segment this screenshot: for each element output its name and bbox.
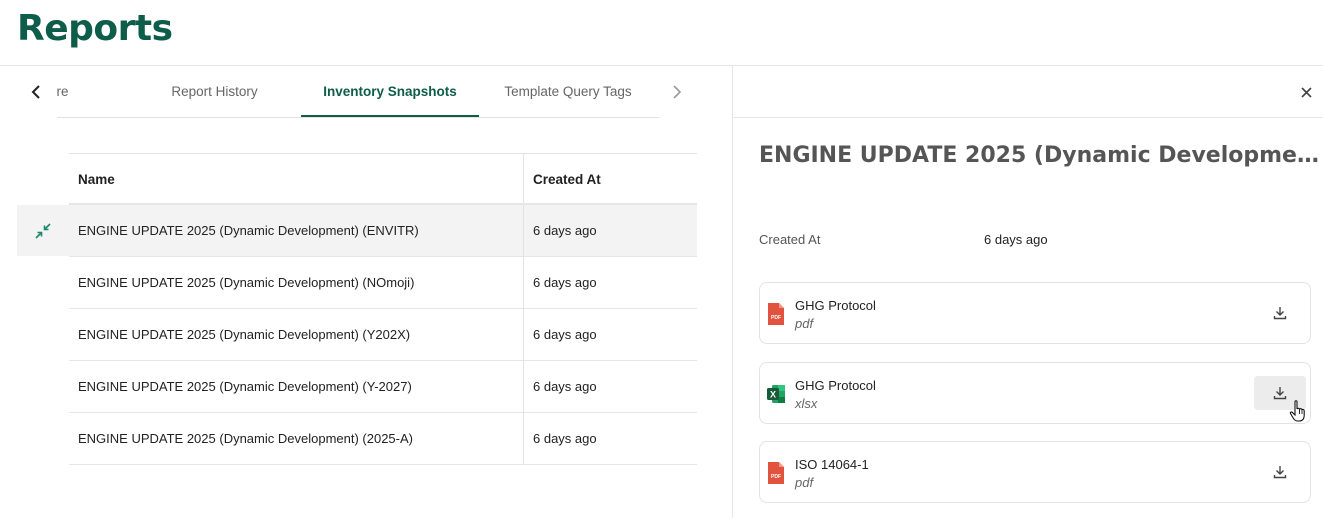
- collapse-arrows-icon: [35, 222, 51, 239]
- close-icon: [1300, 86, 1312, 98]
- download-icon: [1273, 387, 1287, 400]
- file-extension: pdf: [795, 475, 814, 490]
- detail-title: ENGINE UPDATE 2025 (Dynamic Development)…: [759, 143, 1323, 168]
- file-card: X GHG Protocol xlsx: [759, 362, 1311, 424]
- hand-pointer-cursor-icon: [1289, 400, 1305, 422]
- chevron-right-icon: [673, 85, 682, 99]
- row-created-at: 6 days ago: [533, 327, 597, 342]
- svg-text:PDF: PDF: [771, 315, 781, 321]
- reports-panel: ure Report History Inventory Snapshots T…: [0, 66, 732, 518]
- file-extension: pdf: [795, 316, 814, 331]
- download-icon: [1273, 466, 1287, 479]
- tabs-scroll-right-button[interactable]: [666, 80, 688, 104]
- tabs-scroll-left-button[interactable]: [25, 80, 47, 104]
- detail-header-divider: [733, 117, 1323, 118]
- snapshot-detail-panel: ENGINE UPDATE 2025 (Dynamic Development)…: [733, 66, 1323, 518]
- row-name: ENGINE UPDATE 2025 (Dynamic Development)…: [69, 309, 524, 360]
- excel-file-icon: X: [767, 385, 785, 403]
- column-header-created-at[interactable]: Created At: [524, 154, 697, 203]
- row-name: ENGINE UPDATE 2025 (Dynamic Development)…: [69, 205, 524, 256]
- chevron-left-icon: [31, 85, 40, 99]
- close-panel-button[interactable]: [1296, 82, 1316, 102]
- download-button[interactable]: [1254, 455, 1306, 489]
- tab-template-query-tags[interactable]: Template Query Tags: [497, 66, 639, 117]
- download-icon: [1273, 307, 1287, 320]
- pdf-file-icon: PDF: [768, 462, 784, 484]
- row-created-at: 6 days ago: [533, 275, 597, 290]
- tab-inventory-snapshots[interactable]: Inventory Snapshots: [301, 66, 479, 117]
- column-header-name[interactable]: Name: [69, 154, 524, 203]
- created-at-value: 6 days ago: [984, 232, 1048, 247]
- table-row[interactable]: ENGINE UPDATE 2025 (Dynamic Development)…: [69, 309, 697, 361]
- selected-row-indicator[interactable]: [17, 205, 69, 256]
- created-at-label: Created At: [759, 232, 821, 247]
- download-button[interactable]: [1254, 296, 1306, 330]
- svg-text:PDF: PDF: [771, 474, 781, 480]
- row-name: ENGINE UPDATE 2025 (Dynamic Development)…: [69, 257, 524, 308]
- tab-truncated[interactable]: ure: [57, 66, 109, 117]
- table-row[interactable]: ENGINE UPDATE 2025 (Dynamic Development)…: [69, 413, 697, 465]
- file-extension: xlsx: [795, 396, 818, 411]
- file-card: PDF ISO 14064-1 pdf: [759, 441, 1311, 503]
- file-name: GHG Protocol: [795, 378, 876, 393]
- row-created-at: 6 days ago: [533, 431, 597, 446]
- row-created-at: 6 days ago: [533, 379, 597, 394]
- table-row[interactable]: ENGINE UPDATE 2025 (Dynamic Development)…: [69, 361, 697, 413]
- snapshots-table: Name Created At ENGINE UPDATE 2025 (Dyna…: [69, 153, 697, 465]
- file-card: PDF GHG Protocol pdf: [759, 282, 1311, 344]
- tab-report-history[interactable]: Report History: [157, 66, 272, 117]
- table-header: Name Created At: [69, 154, 697, 205]
- svg-text:X: X: [770, 390, 776, 400]
- row-name: ENGINE UPDATE 2025 (Dynamic Development)…: [69, 413, 524, 464]
- page-title: Reports: [17, 8, 173, 49]
- table-row[interactable]: ENGINE UPDATE 2025 (Dynamic Development)…: [69, 205, 697, 257]
- table-row[interactable]: ENGINE UPDATE 2025 (Dynamic Development)…: [69, 257, 697, 309]
- report-tabs: ure Report History Inventory Snapshots T…: [57, 66, 659, 118]
- file-name: ISO 14064-1: [795, 457, 869, 472]
- pdf-file-icon: PDF: [768, 303, 784, 325]
- row-created-at: 6 days ago: [533, 223, 597, 238]
- file-name: GHG Protocol: [795, 298, 876, 313]
- row-name: ENGINE UPDATE 2025 (Dynamic Development)…: [69, 361, 524, 412]
